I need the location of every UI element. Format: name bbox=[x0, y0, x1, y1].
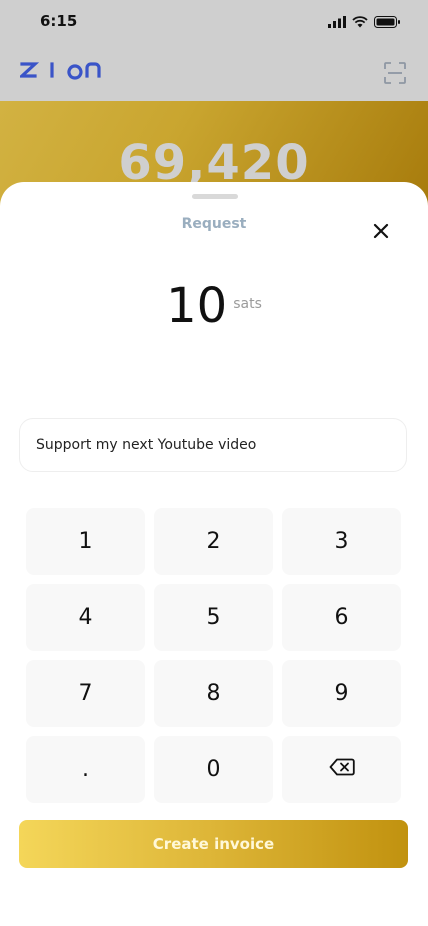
status-icons bbox=[328, 13, 400, 32]
scan-qr-icon[interactable] bbox=[384, 62, 406, 88]
key-4[interactable]: 4 bbox=[26, 584, 145, 651]
key-9[interactable]: 9 bbox=[282, 660, 401, 727]
key-5[interactable]: 5 bbox=[154, 584, 273, 651]
key-2[interactable]: 2 bbox=[154, 508, 273, 575]
app-bar bbox=[0, 44, 428, 101]
amount-display: 10 sats bbox=[0, 278, 428, 334]
zion-logo bbox=[17, 58, 102, 86]
wifi-icon bbox=[352, 13, 368, 32]
key-7[interactable]: 7 bbox=[26, 660, 145, 727]
create-invoice-button[interactable]: Create invoice bbox=[19, 820, 408, 868]
status-bar: 6:15 bbox=[0, 0, 428, 44]
key-8[interactable]: 8 bbox=[154, 660, 273, 727]
memo-input[interactable]: Support my next Youtube video bbox=[19, 418, 407, 472]
close-icon[interactable] bbox=[370, 220, 392, 242]
amount-unit: sats bbox=[233, 296, 262, 312]
sheet-drag-handle[interactable] bbox=[192, 194, 238, 199]
request-sheet: Request 10 sats Support my next Youtube … bbox=[0, 182, 428, 926]
key-0[interactable]: 0 bbox=[154, 736, 273, 803]
battery-icon bbox=[374, 13, 400, 32]
key-decimal[interactable]: . bbox=[26, 736, 145, 803]
key-3[interactable]: 3 bbox=[282, 508, 401, 575]
key-6[interactable]: 6 bbox=[282, 584, 401, 651]
cellular-signal-icon bbox=[328, 13, 346, 32]
backspace-icon bbox=[329, 757, 355, 782]
key-backspace[interactable] bbox=[282, 736, 401, 803]
sheet-title: Request bbox=[181, 216, 247, 232]
amount-value: 10 bbox=[166, 278, 228, 334]
status-time: 6:15 bbox=[40, 12, 78, 30]
key-1[interactable]: 1 bbox=[26, 508, 145, 575]
